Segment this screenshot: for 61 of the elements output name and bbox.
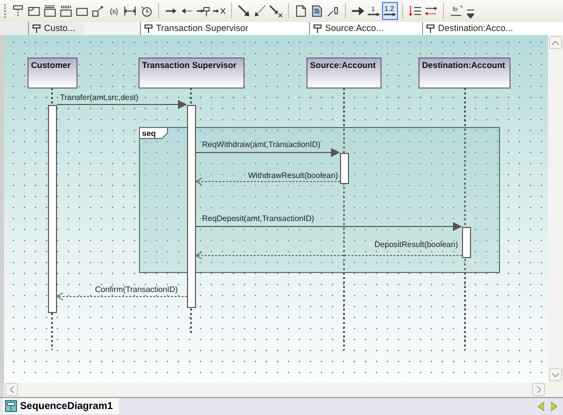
diagonal-return-arrow-icon	[253, 3, 267, 19]
message-arrow[interactable]	[56, 100, 187, 109]
message-arrow[interactable]	[196, 222, 462, 231]
diagram-icon	[5, 400, 17, 412]
lifeline-header[interactable]: Source:Acco...	[325, 23, 384, 33]
note-icon	[294, 3, 308, 19]
lost-message-icon	[269, 3, 283, 19]
scroll-right-button[interactable]	[532, 383, 545, 396]
lifeline-icon	[32, 24, 41, 34]
chevron-down-icon	[552, 372, 559, 376]
diagram-canvas[interactable]	[0, 35, 548, 383]
operator-tab	[139, 127, 168, 139]
lifeline-icon	[11, 3, 25, 19]
lifeline-box[interactable]	[138, 58, 244, 88]
scroll-up-button[interactable]	[549, 36, 562, 49]
toolbar-grip[interactable]	[4, 3, 7, 19]
activation-bar[interactable]	[340, 153, 349, 184]
scroll-down-button[interactable]	[549, 368, 562, 381]
lifeline-name: Customer	[31, 60, 71, 70]
document-tab[interactable]: SequenceDiagram1	[3, 398, 119, 414]
note-link-icon	[310, 3, 324, 19]
chevron-right-icon	[536, 386, 540, 393]
lifeline-box[interactable]	[306, 58, 382, 88]
message-arrow[interactable]	[56, 292, 188, 300]
lifeline-icon	[426, 24, 435, 34]
message-label: ReqDeposit(amt,TransactionID)	[202, 214, 314, 223]
message-label: Confirm(TransactionID)	[95, 285, 178, 294]
toolbar-overflow-icon[interactable]	[467, 8, 474, 20]
lifeline-box[interactable]	[28, 58, 78, 88]
lifeline-header[interactable]: Destination:Acco...	[438, 23, 514, 33]
header-corner	[0, 22, 28, 35]
diagonal-arrow-icon	[237, 3, 251, 19]
lifeline-name: Destination:Account	[422, 60, 506, 70]
scroll-left-button[interactable]	[5, 383, 18, 396]
message-label: WithdrawResult(boolean)	[248, 171, 338, 180]
message-arrow[interactable]	[196, 148, 340, 157]
message-label: Transfer(amt,src,dest)	[60, 93, 138, 102]
lifeline-header[interactable]: Transaction Supervisor	[156, 23, 248, 33]
activation-bar[interactable]	[187, 105, 196, 308]
activation-bar[interactable]	[462, 227, 471, 258]
lifeline-name: Transaction Supervisor	[142, 60, 236, 70]
lifeline-icon	[144, 24, 153, 34]
lifeline-box[interactable]	[418, 58, 510, 88]
chevron-left-icon	[10, 386, 14, 393]
gate-icon	[91, 3, 105, 19]
fragment-icon	[43, 3, 57, 19]
lifeline-icon	[313, 24, 322, 34]
message-arrow[interactable]	[195, 252, 462, 260]
tab-left-icon[interactable]	[538, 402, 544, 411]
fragment-operator: seq	[142, 129, 156, 138]
chevron-up-icon	[552, 40, 559, 44]
message-label: DepositResult(boolean)	[374, 240, 458, 249]
fragment-frame[interactable]	[139, 127, 500, 273]
reorder-arrows-icon	[408, 3, 422, 19]
horizontal-scrollbar[interactable]	[0, 383, 548, 397]
interaction-use-icon	[59, 3, 73, 19]
tab-right-icon[interactable]	[551, 402, 557, 411]
lifeline-name: Source:Account	[310, 60, 376, 70]
message-label: ReqWithdraw(amt,TransactionID)	[202, 140, 320, 149]
vertical-scrollbar[interactable]	[548, 35, 563, 383]
activation-bar[interactable]	[48, 105, 57, 313]
